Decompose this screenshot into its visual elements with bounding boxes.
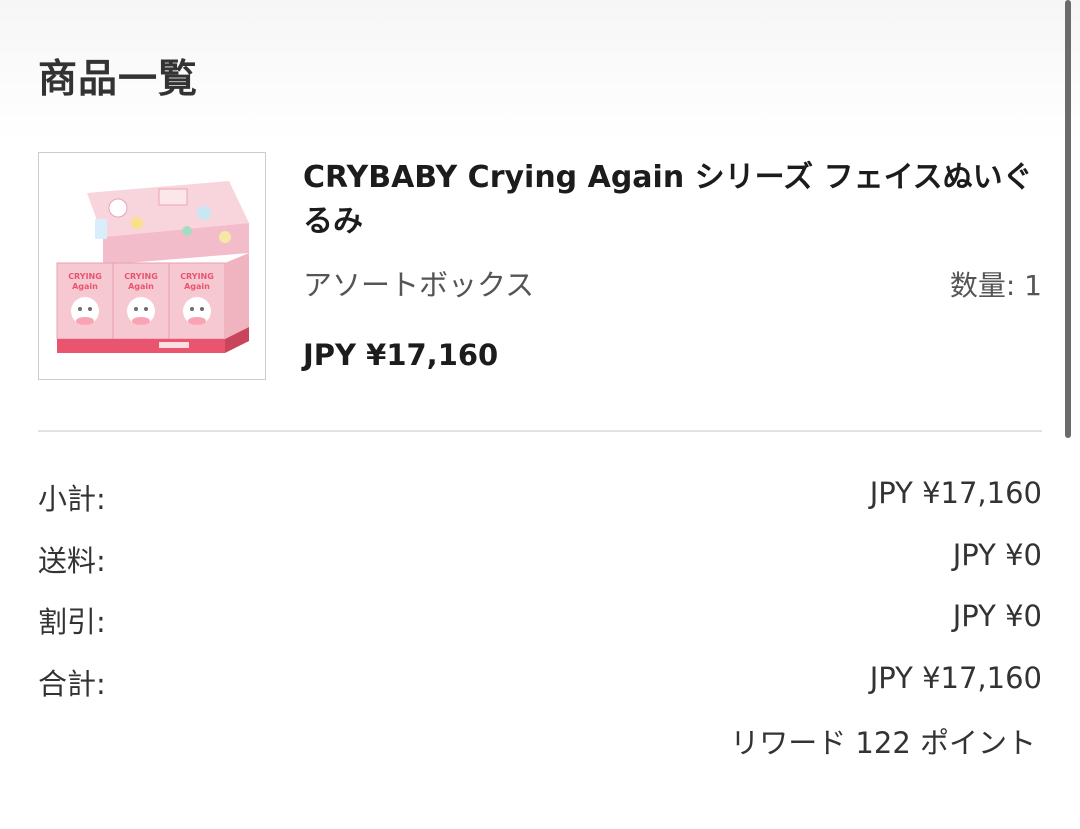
shipping-row: 送料: JPY ¥0 bbox=[38, 538, 1042, 578]
svg-text:CRYING: CRYING bbox=[68, 272, 102, 281]
svg-text:Again: Again bbox=[184, 282, 210, 291]
svg-text:Again: Again bbox=[128, 282, 154, 291]
product-box-illustration: CRYING Again CRYING Again CRYING Again bbox=[39, 153, 265, 379]
product-quantity: 数量: 1 bbox=[949, 269, 1042, 302]
shipping-label: 送料: bbox=[38, 544, 106, 578]
shipping-value: JPY ¥0 bbox=[952, 538, 1042, 572]
total-row: 合計: JPY ¥17,160 bbox=[38, 661, 1042, 701]
total-label: 合計: bbox=[38, 667, 106, 701]
product-name[interactable]: CRYBABY Crying Again シリーズ フェイスぬいぐるみ bbox=[303, 156, 1043, 244]
discount-label: 割引: bbox=[38, 605, 106, 639]
scrollbar[interactable] bbox=[1065, 0, 1071, 438]
section-title: 商品一覧 bbox=[38, 57, 199, 102]
subtotal-value: JPY ¥17,160 bbox=[869, 476, 1042, 510]
discount-value: JPY ¥0 bbox=[952, 599, 1042, 633]
total-value: JPY ¥17,160 bbox=[869, 661, 1042, 695]
svg-text:CRYING: CRYING bbox=[180, 272, 214, 281]
subtotal-label: 小計: bbox=[38, 482, 106, 516]
subtotal-row: 小計: JPY ¥17,160 bbox=[38, 476, 1042, 516]
svg-text:Again: Again bbox=[72, 282, 98, 291]
svg-text:CRYING: CRYING bbox=[124, 272, 158, 281]
order-summary-page: 商品一覧 CRYING Again CRYING Again CRYING Ag… bbox=[0, 0, 1080, 829]
divider bbox=[38, 430, 1042, 432]
product-image[interactable]: CRYING Again CRYING Again CRYING Again bbox=[38, 152, 266, 380]
reward-points: リワード 122 ポイント bbox=[730, 726, 1036, 760]
discount-row: 割引: JPY ¥0 bbox=[38, 599, 1042, 639]
product-variant: アソートボックス bbox=[303, 268, 535, 302]
product-price: JPY ¥17,160 bbox=[303, 338, 499, 372]
